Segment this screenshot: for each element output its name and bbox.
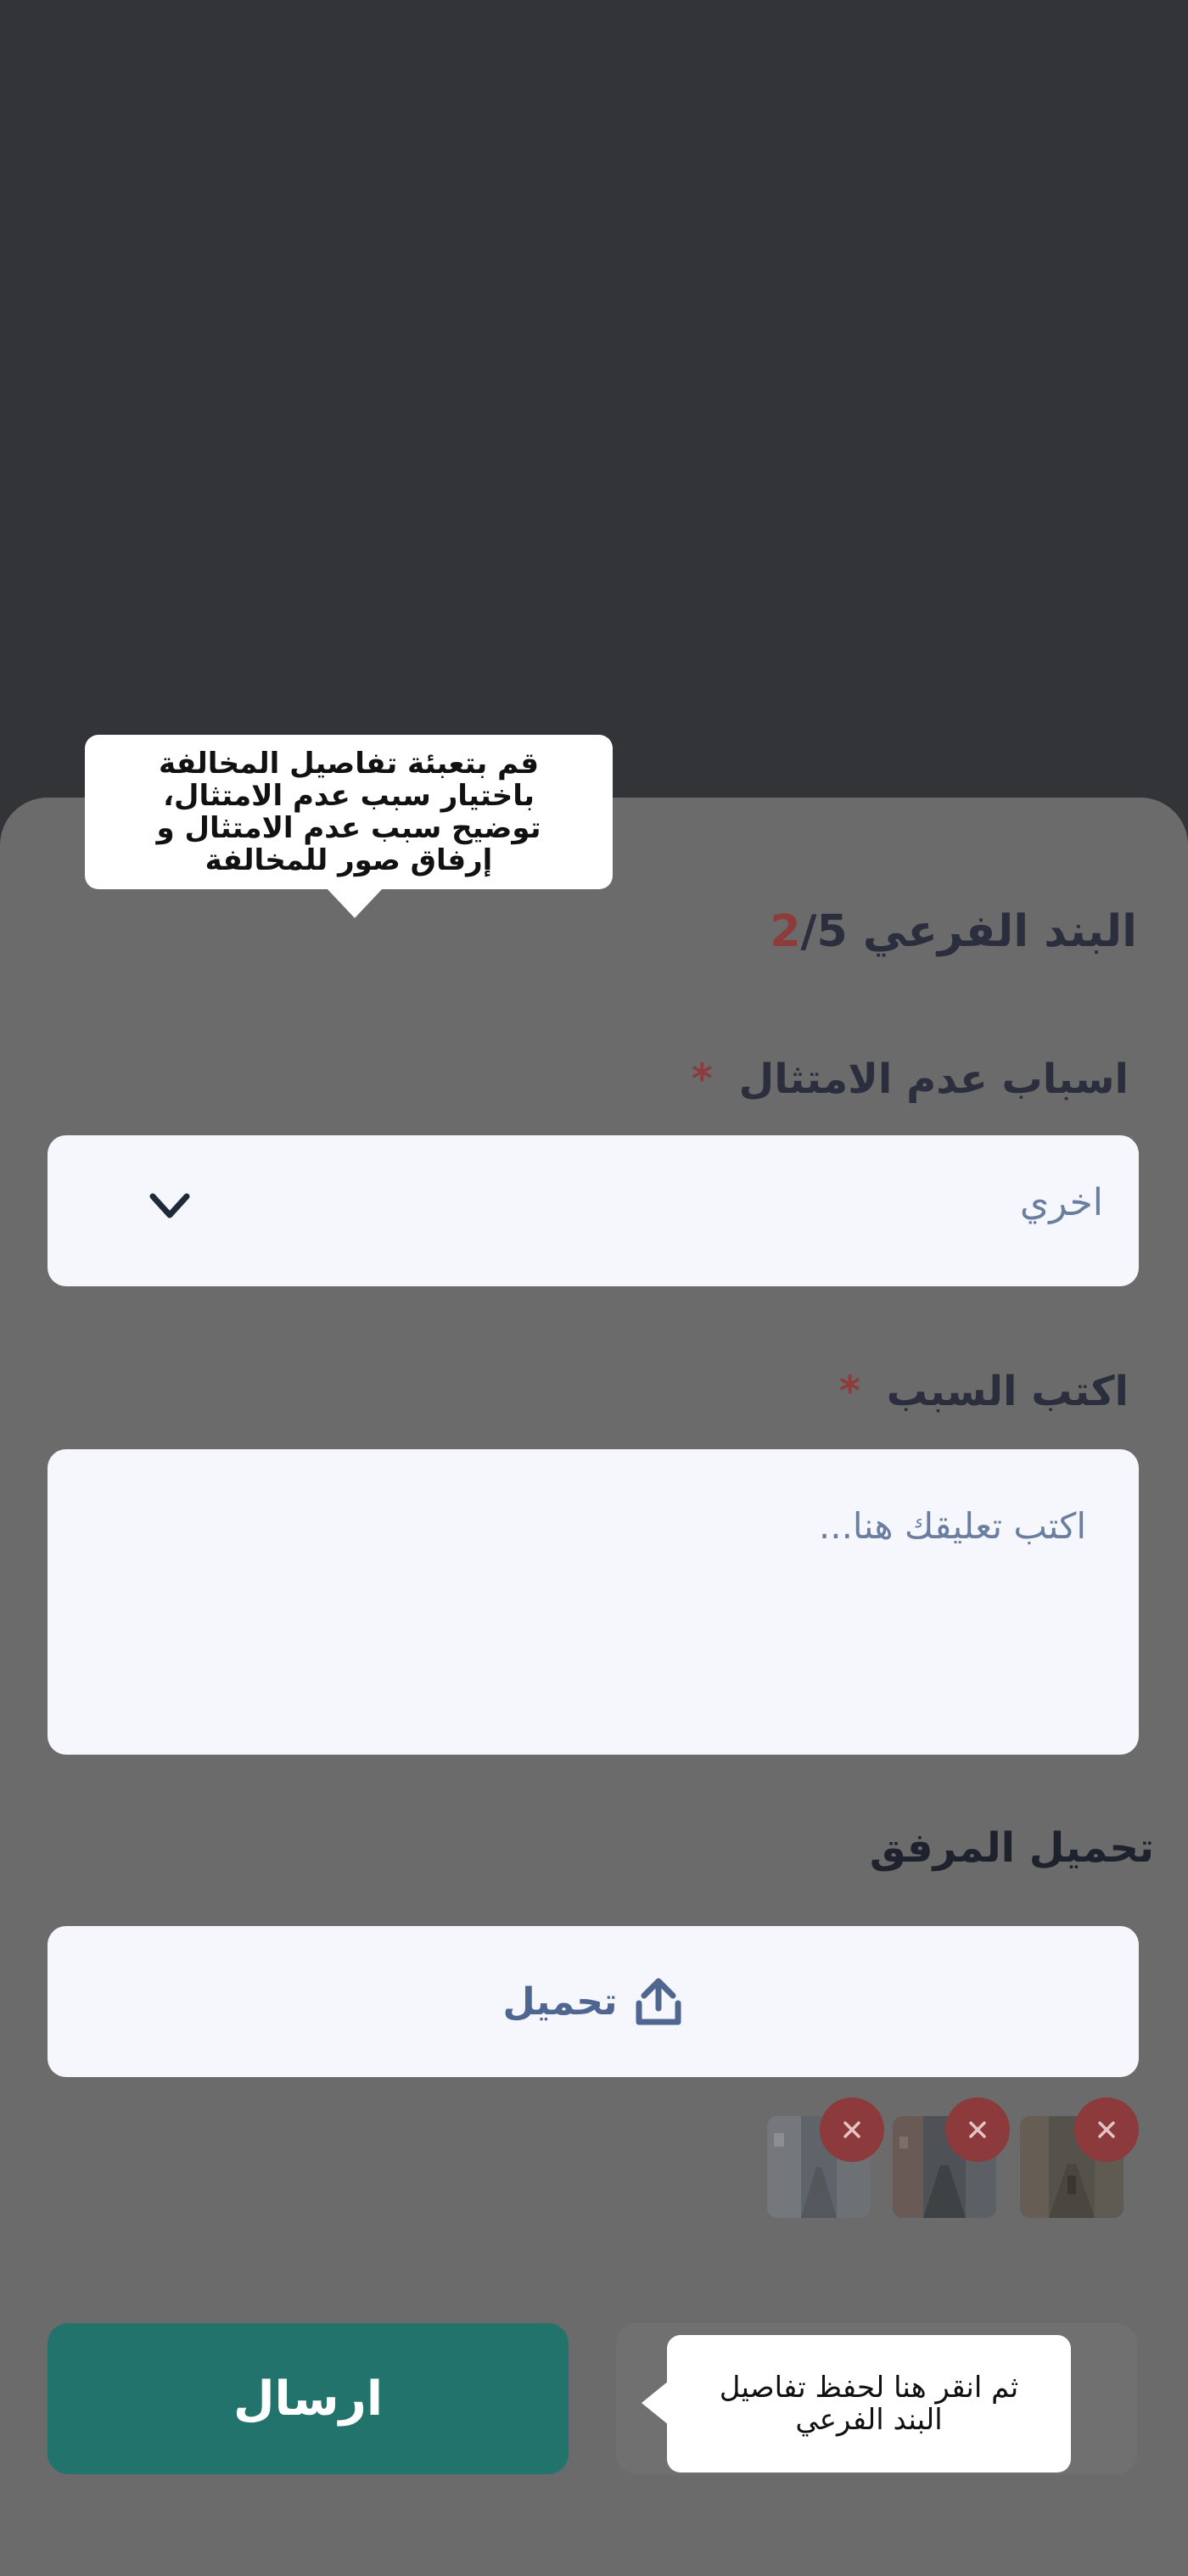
step-indicator: 2/5 — [770, 906, 847, 957]
tooltip-text: ثم انقر هنا لحفظ تفاصيل البند الفرعي — [719, 2371, 1019, 2437]
reason-text-label-text: اكتب السبب — [886, 1368, 1129, 1415]
upload-icon — [636, 1978, 681, 2025]
reason-text-label: اكتب السبب * — [839, 1368, 1129, 1415]
step-total: /5 — [800, 906, 848, 957]
remove-attachment-button[interactable] — [1074, 2097, 1139, 2162]
tooltip-arrow — [642, 2381, 669, 2425]
close-icon — [969, 2121, 986, 2138]
required-mark: * — [691, 1056, 713, 1103]
upload-button[interactable]: تحميل — [48, 1926, 1139, 2077]
close-icon — [1098, 2121, 1115, 2138]
tooltip-text: قم بتعبئة تفاصيل المخالفة باختيار سبب عد… — [156, 747, 541, 877]
reason-select-value: اخري — [1019, 1181, 1103, 1224]
sheet-title: البند الفرعي 2/5 — [770, 906, 1137, 957]
required-mark: * — [838, 1368, 861, 1415]
send-button[interactable]: ارسال — [48, 2323, 569, 2474]
reason-textarea-placeholder: اكتب تعليقك هنا... — [818, 1505, 1086, 1547]
sheet-title-text: البند الفرعي — [862, 906, 1137, 957]
remove-attachment-button[interactable] — [820, 2097, 884, 2162]
attachment-title: تحميل المرفق — [869, 1824, 1154, 1872]
step-current: 2 — [770, 906, 801, 957]
remove-attachment-button[interactable] — [945, 2097, 1010, 2162]
upload-label: تحميل — [502, 1980, 618, 2024]
close-icon — [843, 2121, 860, 2138]
onboarding-tooltip-save: ثم انقر هنا لحفظ تفاصيل البند الفرعي — [642, 2335, 1071, 2472]
reason-select[interactable]: اخري — [48, 1135, 1139, 1286]
tooltip-arrow — [326, 888, 384, 918]
chevron-down-icon[interactable] — [148, 1191, 192, 1222]
reason-select-label: اسباب عدم الامتثال * — [692, 1056, 1129, 1103]
send-button-label: ارسال — [233, 2371, 384, 2427]
reason-textarea[interactable]: اكتب تعليقك هنا... — [48, 1449, 1139, 1755]
onboarding-tooltip-fill-details: قم بتعبئة تفاصيل المخالفة باختيار سبب عد… — [85, 735, 613, 918]
reason-select-label-text: اسباب عدم الامتثال — [738, 1056, 1129, 1103]
